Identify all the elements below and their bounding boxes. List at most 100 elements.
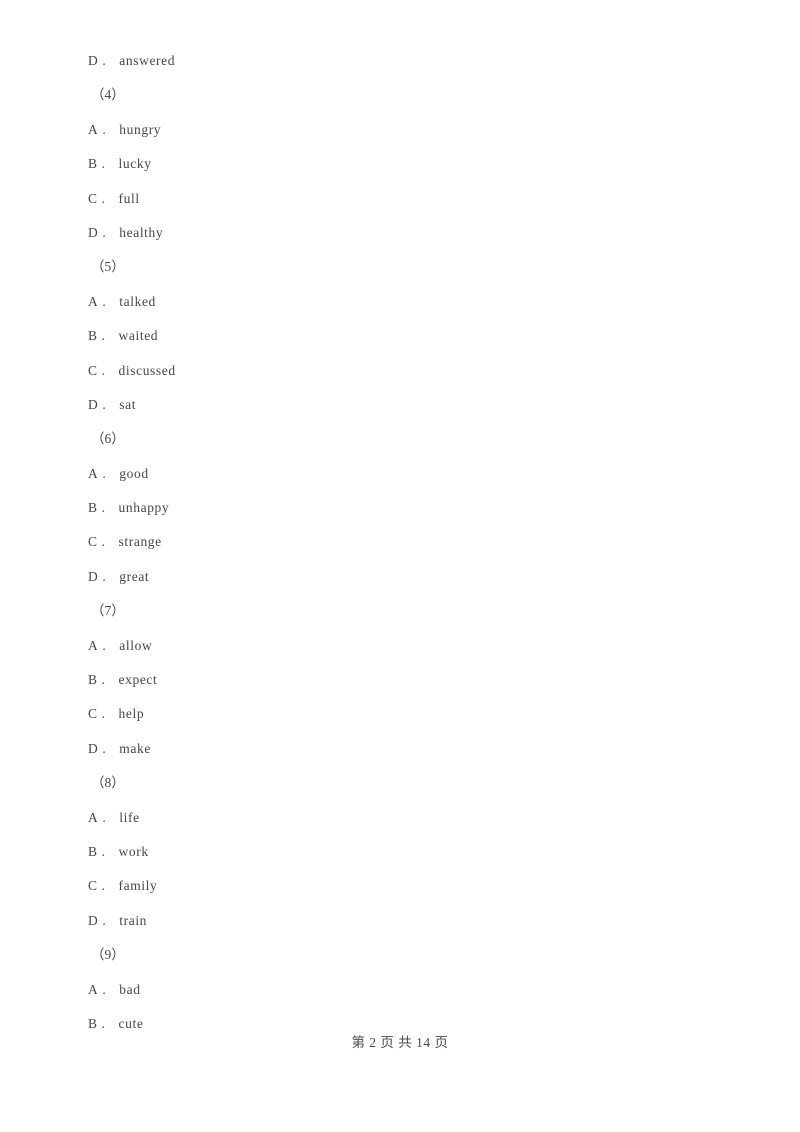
option-separator: . xyxy=(97,328,110,344)
question-number: （8） xyxy=(88,766,708,800)
option-text: allow xyxy=(119,637,153,653)
option-letter: A xyxy=(88,809,99,825)
option-text: good xyxy=(119,465,149,481)
option-letter: A xyxy=(88,465,99,481)
option-separator: . xyxy=(97,500,110,516)
option-text: sat xyxy=(119,396,137,412)
answer-option: D . make xyxy=(88,732,708,766)
option-letter: C xyxy=(88,706,98,722)
option-letter: C xyxy=(88,534,98,550)
question-list: D . answered （4） A . hungry B . lucky C . fu… xyxy=(88,44,708,1041)
option-text: train xyxy=(119,912,148,928)
answer-option: C . help xyxy=(88,697,708,731)
question-number: （9） xyxy=(88,938,708,972)
answer-option: D . sat xyxy=(88,388,708,422)
option-separator: . xyxy=(97,672,110,688)
option-separator: . xyxy=(98,740,111,756)
option-separator: . xyxy=(98,293,111,309)
option-letter: B xyxy=(88,156,98,172)
option-separator: . xyxy=(97,878,110,894)
answer-option: A . good xyxy=(88,457,708,491)
answer-option: B . waited xyxy=(88,319,708,353)
option-letter: B xyxy=(88,500,98,516)
option-separator: . xyxy=(97,534,110,550)
option-text: help xyxy=(118,706,145,722)
option-letter: A xyxy=(88,637,99,653)
option-text: unhappy xyxy=(118,500,170,516)
answer-option: A . allow xyxy=(88,629,708,663)
question-number-label: （5） xyxy=(91,259,125,275)
question-number: （6） xyxy=(88,422,708,456)
answer-option: A . talked xyxy=(88,285,708,319)
option-separator: . xyxy=(98,224,111,240)
option-text: expect xyxy=(118,672,158,688)
answer-option: C . strange xyxy=(88,525,708,559)
option-text: waited xyxy=(118,328,159,344)
answer-option: D . great xyxy=(88,560,708,594)
option-letter: A xyxy=(88,981,99,997)
option-text: bad xyxy=(119,981,141,997)
answer-option: B . work xyxy=(88,835,708,869)
answer-option: C . full xyxy=(88,182,708,216)
answer-option: B . lucky xyxy=(88,147,708,181)
option-letter: A xyxy=(88,121,99,137)
option-letter: D xyxy=(88,396,99,412)
answer-option: A . hungry xyxy=(88,113,708,147)
option-letter: C xyxy=(88,362,98,378)
option-letter: B xyxy=(88,328,98,344)
option-text: great xyxy=(119,568,150,584)
option-separator: . xyxy=(98,912,111,928)
option-letter: D xyxy=(88,568,99,584)
answer-option: D . train xyxy=(88,904,708,938)
option-text: life xyxy=(119,809,140,825)
option-letter: D xyxy=(88,53,99,68)
option-letter: A xyxy=(88,293,99,309)
option-text: answered xyxy=(119,53,176,68)
page-footer: 第 2 页 共 14 页 xyxy=(351,1035,449,1050)
option-separator: . xyxy=(98,465,111,481)
question-number: （4） xyxy=(88,78,708,112)
option-letter: B xyxy=(88,843,98,859)
option-separator: . xyxy=(98,637,111,653)
option-letter: D xyxy=(88,740,99,756)
document-page: D . answered （4） A . hungry B . lucky C . fu… xyxy=(0,0,800,1132)
option-text: hungry xyxy=(119,121,162,137)
question-number-label: （8） xyxy=(91,775,125,791)
question-number-label: （9） xyxy=(91,947,125,963)
answer-option: A . life xyxy=(88,801,708,835)
option-separator: . xyxy=(97,190,110,206)
option-separator: . xyxy=(98,53,111,68)
option-text: full xyxy=(118,190,140,206)
question-number: （5） xyxy=(88,250,708,284)
option-separator: . xyxy=(97,843,110,859)
option-separator: . xyxy=(98,809,111,825)
option-letter: D xyxy=(88,912,99,928)
option-separator: . xyxy=(97,156,110,172)
question-number-label: （6） xyxy=(91,431,125,447)
option-letter: C xyxy=(88,190,98,206)
answer-option: C . discussed xyxy=(88,354,708,388)
answer-option: B . unhappy xyxy=(88,491,708,525)
question-number: （7） xyxy=(88,594,708,628)
option-text: talked xyxy=(119,293,156,309)
answer-option: D . healthy xyxy=(88,216,708,250)
option-text: work xyxy=(118,843,149,859)
option-text: strange xyxy=(118,534,162,550)
option-separator: . xyxy=(97,362,110,378)
option-separator: . xyxy=(98,568,111,584)
option-text: discussed xyxy=(118,362,176,378)
option-text: family xyxy=(118,878,158,894)
question-number-label: （4） xyxy=(91,87,125,103)
option-letter: D xyxy=(88,224,99,240)
option-text: make xyxy=(119,740,151,756)
answer-option: C . family xyxy=(88,869,708,903)
option-separator: . xyxy=(97,706,110,722)
question-number-label: （7） xyxy=(91,603,125,619)
option-separator: . xyxy=(98,396,111,412)
option-letter: C xyxy=(88,878,98,894)
answer-option: A . bad xyxy=(88,973,708,1007)
option-separator: . xyxy=(98,121,111,137)
option-text: lucky xyxy=(118,156,152,172)
option-letter: B xyxy=(88,672,98,688)
answer-option: B . expect xyxy=(88,663,708,697)
